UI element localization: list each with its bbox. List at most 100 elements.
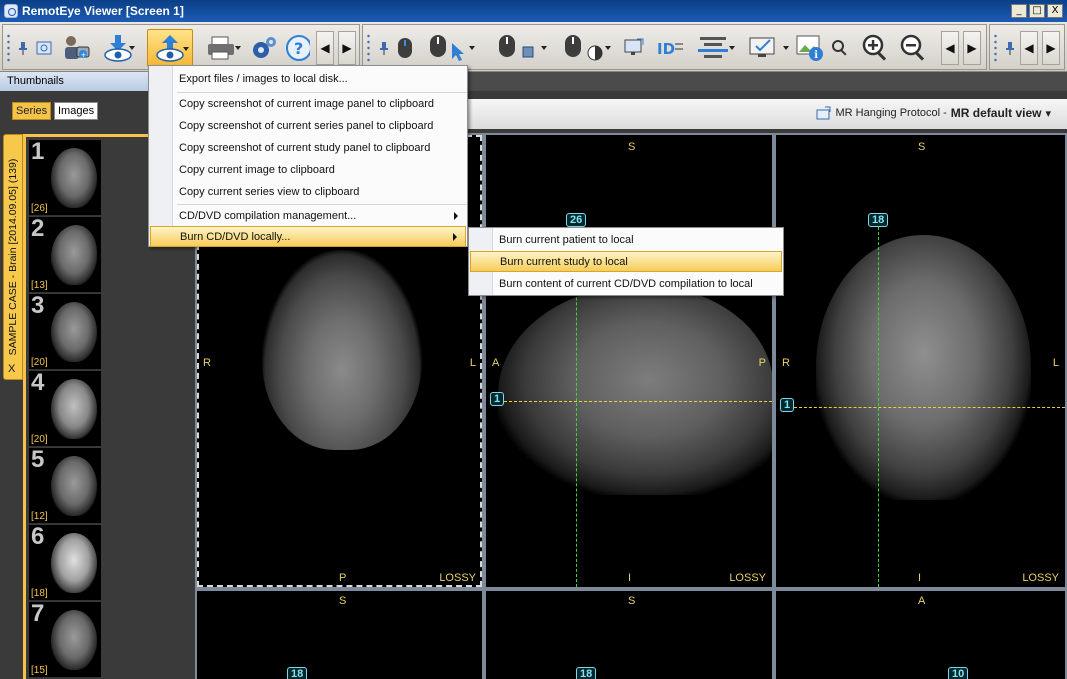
series-thumbnail[interactable]: 1 [26] (29, 138, 101, 216)
monitor-button[interactable] (621, 29, 647, 67)
chevron-left-icon: ◀ (1024, 41, 1034, 55)
reference-badge[interactable]: 1 (780, 398, 795, 412)
menu-item-copy-current-image[interactable]: Copy current image to clipboard (150, 160, 466, 181)
orientation-bottom: P (339, 572, 347, 584)
viewport-bottom-2[interactable]: S 18 (486, 591, 772, 679)
toolbar-grip[interactable] (992, 29, 1000, 67)
close-study-icon[interactable]: X (8, 363, 15, 375)
series-thumbnail[interactable]: 7 [15] (29, 600, 101, 678)
orientation-left: R (782, 357, 790, 369)
mouse-pointer-button[interactable] (425, 29, 475, 67)
check-monitor-button[interactable] (743, 29, 789, 67)
toolbar-next-button[interactable]: ▶ (963, 31, 981, 65)
reference-badge[interactable]: 18 (287, 667, 308, 679)
id-card-button[interactable]: ID (653, 29, 687, 67)
toolbar-prev-button[interactable]: ◀ (316, 31, 334, 65)
toolbar-prev-button[interactable]: ◀ (1020, 31, 1038, 65)
reference-badge[interactable]: 10 (948, 667, 969, 679)
chevron-down-icon[interactable] (183, 47, 189, 51)
menu-item-cd-compilation[interactable]: CD/DVD compilation management... (150, 206, 466, 227)
chevron-down-icon[interactable] (729, 46, 735, 50)
mouse-3d-button[interactable] (491, 29, 547, 67)
menu-item-burn-patient[interactable]: Burn current patient to local (470, 230, 782, 251)
pin-button[interactable] (15, 29, 31, 67)
menu-item-copy-study-panel[interactable]: Copy screenshot of current study panel t… (150, 138, 466, 159)
study-tab[interactable]: SAMPLE CASE - Brain [2014.09.05] (139) X (3, 134, 23, 380)
zoom-in-icon (862, 34, 887, 61)
mouse-stack-button[interactable] (393, 29, 417, 67)
image-info-button[interactable]: i (793, 29, 827, 67)
orientation-left: R (203, 357, 211, 369)
zoom-in-button[interactable] (859, 29, 893, 67)
filter-images-button[interactable]: Images (54, 102, 99, 120)
pin-button[interactable] (1002, 29, 1018, 67)
filter-series-button[interactable]: Series (12, 102, 52, 120)
chevron-down-icon[interactable] (541, 46, 547, 50)
close-button[interactable]: X (1047, 4, 1063, 18)
series-thumbnail[interactable]: 4 [20] (29, 369, 101, 447)
toolbar-prev-button[interactable]: ◀ (941, 31, 959, 65)
zoom-out-button[interactable] (897, 29, 931, 67)
magnify-button[interactable] (829, 29, 851, 67)
svg-text:i: i (814, 50, 818, 61)
chevron-down-icon[interactable] (129, 46, 135, 50)
thumbnail-image (51, 302, 97, 362)
chevron-down-icon[interactable] (605, 46, 611, 50)
mouse-contrast-button[interactable] (559, 29, 611, 67)
menu-item-label: CD/DVD compilation management... (179, 210, 357, 222)
menu-item-burn-cd[interactable]: Burn CD/DVD locally... (150, 226, 466, 247)
viewport-bottom-1[interactable]: S 18 (197, 591, 482, 679)
toolbar-next-button[interactable]: ▶ (338, 31, 356, 65)
toolbar-group-tools: ID i ◀ ▶ (362, 24, 987, 70)
series-thumbnail[interactable]: 6 [18] (29, 523, 101, 601)
chevron-down-icon: ▾ (1045, 107, 1051, 120)
pin-button[interactable] (375, 29, 393, 67)
reference-badge[interactable]: 18 (868, 213, 889, 227)
print-button[interactable] (201, 29, 241, 67)
download-button[interactable] (101, 29, 135, 67)
orientation-bottom: I (628, 572, 632, 584)
lossy-label: LOSSY (439, 572, 476, 584)
series-number: 4 (31, 369, 45, 396)
minimize-button[interactable]: _ (1011, 4, 1027, 18)
orientation-right: P (758, 357, 766, 369)
help-button[interactable]: ? (283, 29, 311, 67)
mri-sagittal-image (498, 285, 772, 495)
reference-badge[interactable]: 18 (576, 667, 597, 679)
window-toggle-button[interactable] (33, 29, 55, 67)
hanging-protocol-selector[interactable]: MR Hanging Protocol - MR default view ▾ (816, 106, 1051, 120)
viewport-coronal[interactable]: 18 1 S R L I LOSSY (776, 135, 1065, 587)
export-eye-icon (156, 35, 184, 62)
chevron-down-icon[interactable] (469, 46, 475, 50)
chevron-right-icon: ▶ (1046, 41, 1056, 55)
mouse-contrast-icon (565, 35, 603, 61)
menu-item-copy-series-panel[interactable]: Copy screenshot of current series panel … (150, 116, 466, 137)
reference-badge[interactable]: 1 (490, 392, 505, 406)
menu-item-burn-study[interactable]: Burn current study to local (470, 251, 782, 272)
chevron-left-icon: ◀ (945, 41, 955, 55)
menu-item-burn-compilation[interactable]: Burn content of current CD/DVD compilati… (470, 274, 782, 295)
chevron-down-icon[interactable] (783, 46, 789, 50)
series-thumbnail[interactable]: 5 [12] (29, 446, 101, 524)
export-menu: Export files / images to local disk... C… (148, 65, 468, 247)
toolbar-grip[interactable] (365, 29, 373, 67)
mri-axial-image (262, 250, 422, 450)
maximize-button[interactable]: □ (1029, 4, 1045, 18)
patient-add-button[interactable]: + (59, 29, 93, 67)
reference-badge[interactable]: 26 (566, 213, 587, 227)
series-thumbnail[interactable]: 3 [20] (29, 292, 101, 370)
menu-item-export-files[interactable]: Export files / images to local disk... (150, 69, 466, 90)
align-button[interactable] (691, 29, 735, 67)
chevron-down-icon[interactable] (235, 46, 241, 50)
settings-button[interactable] (247, 29, 281, 67)
menu-item-copy-series-view[interactable]: Copy current series view to clipboard (150, 182, 466, 203)
export-button[interactable] (147, 29, 193, 67)
orientation-right: L (469, 357, 476, 369)
menu-item-copy-image-panel[interactable]: Copy screenshot of current image panel t… (150, 94, 466, 115)
chevron-right-icon: ▶ (967, 41, 977, 55)
viewport-sagittal[interactable]: 26 1 S A P I LOSSY (486, 135, 772, 587)
series-thumbnail[interactable]: 2 [13] (29, 215, 101, 293)
toolbar-next-button[interactable]: ▶ (1042, 31, 1060, 65)
viewport-bottom-3[interactable]: A 10 (776, 591, 1065, 679)
toolbar-grip[interactable] (5, 29, 13, 67)
